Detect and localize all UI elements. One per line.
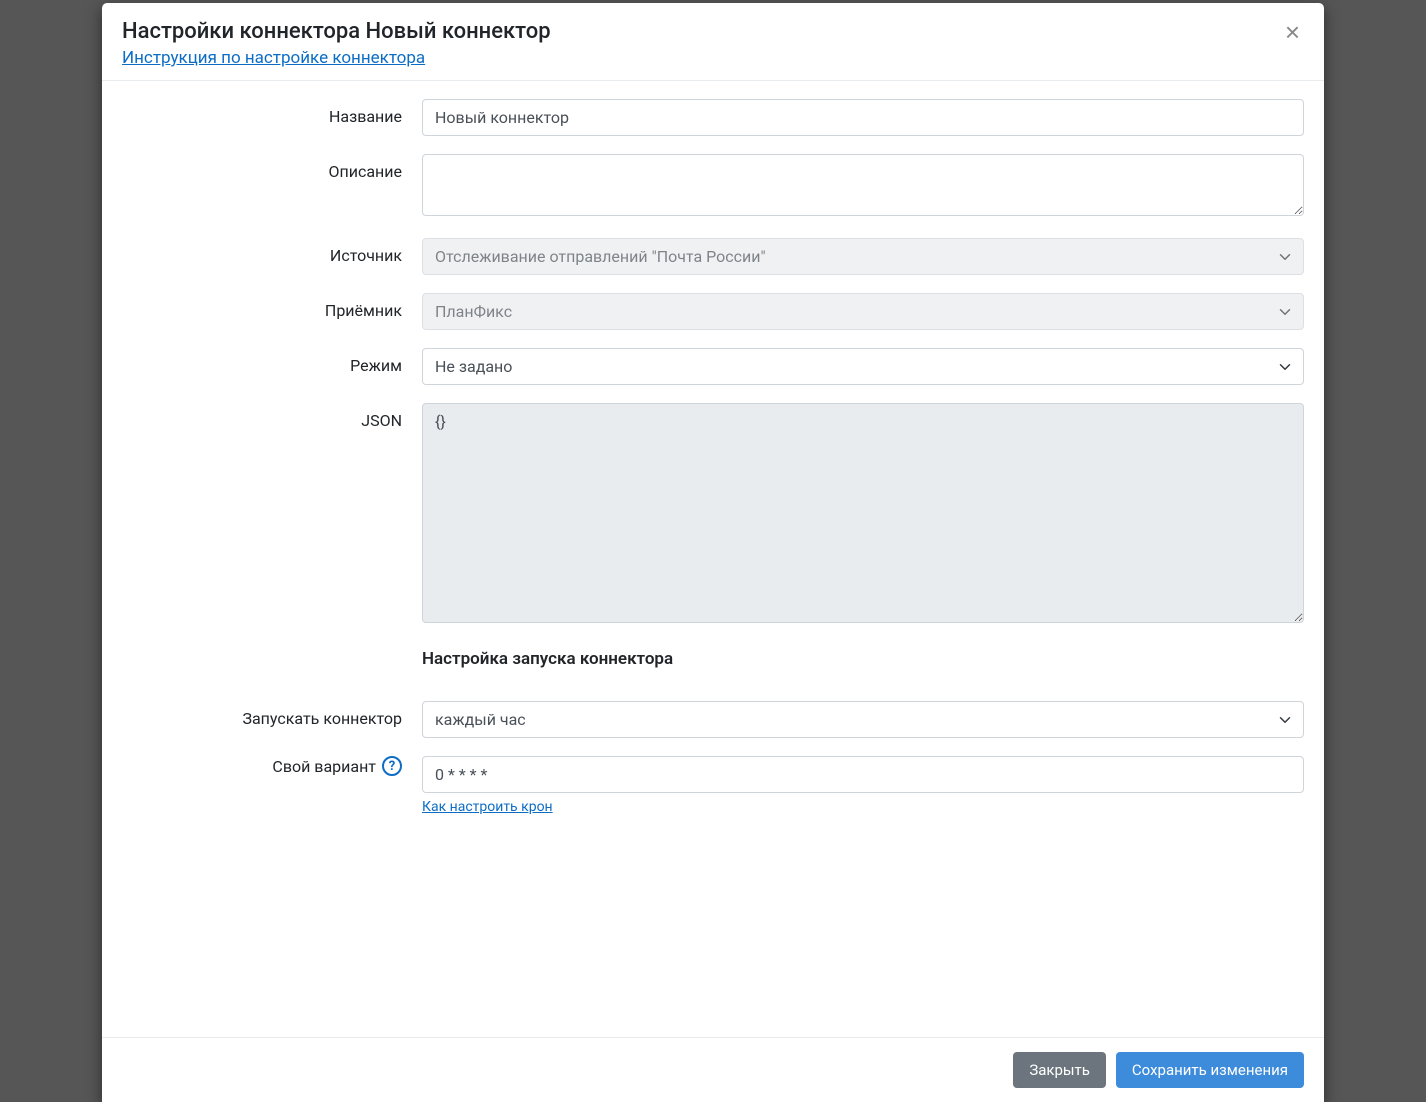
row-mode: Режим Не задано bbox=[122, 348, 1304, 385]
label-custom-text: Свой вариант bbox=[272, 757, 376, 776]
modal-title: Настройки коннектора Новый коннектор bbox=[122, 19, 551, 44]
label-receiver: Приёмник bbox=[122, 293, 422, 320]
label-run: Запускать коннектор bbox=[122, 701, 422, 728]
save-button[interactable]: Сохранить изменения bbox=[1116, 1052, 1304, 1088]
run-select[interactable]: каждый час bbox=[422, 701, 1304, 738]
modal-header: Настройки коннектора Новый коннектор Инс… bbox=[102, 3, 1324, 81]
label-mode: Режим bbox=[122, 348, 422, 375]
label-json: JSON bbox=[122, 403, 422, 430]
modal-footer: Закрыть Сохранить изменения bbox=[102, 1037, 1324, 1102]
row-run: Запускать коннектор каждый час bbox=[122, 701, 1304, 738]
modal-title-block: Настройки коннектора Новый коннектор Инс… bbox=[122, 19, 551, 68]
description-textarea[interactable] bbox=[422, 154, 1304, 216]
row-schedule-heading: Настройка запуска коннектора bbox=[122, 645, 1304, 683]
label-custom: Свой вариант ? bbox=[122, 756, 422, 776]
row-custom: Свой вариант ? Как настроить крон bbox=[122, 756, 1304, 815]
json-textarea[interactable]: {} bbox=[422, 403, 1304, 623]
label-name: Название bbox=[122, 99, 422, 126]
mode-select[interactable]: Не задано bbox=[422, 348, 1304, 385]
close-icon[interactable]: × bbox=[1281, 19, 1304, 45]
close-button[interactable]: Закрыть bbox=[1013, 1052, 1106, 1088]
modal-body: Название Описание Источник Отслеживание … bbox=[102, 81, 1324, 1037]
receiver-select[interactable]: ПланФикс bbox=[422, 293, 1304, 330]
row-description: Описание bbox=[122, 154, 1304, 220]
help-icon[interactable]: ? bbox=[382, 756, 402, 776]
schedule-section-title: Настройка запуска коннектора bbox=[422, 649, 1304, 669]
row-json: JSON {} bbox=[122, 403, 1304, 627]
name-input[interactable] bbox=[422, 99, 1304, 136]
label-source: Источник bbox=[122, 238, 422, 265]
source-select[interactable]: Отслеживание отправлений "Почта России" bbox=[422, 238, 1304, 275]
instructions-link[interactable]: Инструкция по настройке коннектора bbox=[122, 48, 551, 68]
cron-help-link[interactable]: Как настроить крон bbox=[422, 799, 553, 815]
custom-cron-input[interactable] bbox=[422, 756, 1304, 793]
row-receiver: Приёмник ПланФикс bbox=[122, 293, 1304, 330]
connector-settings-modal: Настройки коннектора Новый коннектор Инс… bbox=[102, 3, 1324, 1102]
label-description: Описание bbox=[122, 154, 422, 181]
row-source: Источник Отслеживание отправлений "Почта… bbox=[122, 238, 1304, 275]
row-name: Название bbox=[122, 99, 1304, 136]
